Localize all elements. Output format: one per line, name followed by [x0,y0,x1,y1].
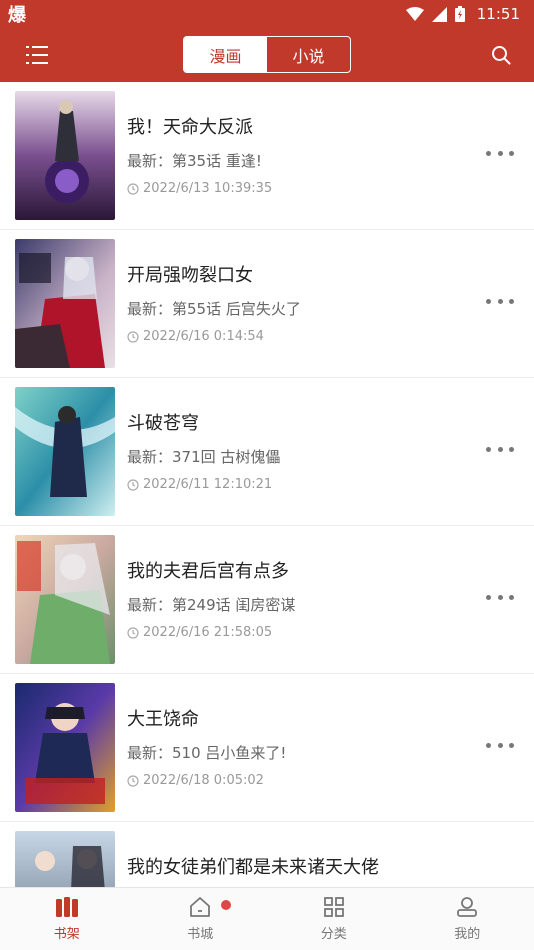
comic-title: 大王饶命 [127,709,199,730]
update-time: 2022/6/18 0:05:02 [127,773,264,788]
more-options-button[interactable] [486,144,514,162]
comic-cover-image[interactable] [15,387,115,516]
bottom-navigation: 书架 书城 分类 我的 [0,887,534,950]
bookshelf-list: 我！天命大反派 最新：第35话 重逢! 2022/6/13 10:39:35 开… [0,82,534,887]
comic-cover-image[interactable] [15,831,115,887]
status-time: 11:51 [476,5,520,23]
menu-button[interactable] [22,43,52,67]
update-time-text: 2022/6/13 10:39:35 [143,181,273,196]
app-notification-icon: 爆 [8,5,26,26]
comic-title: 我的女徒弟们都是未来诸天大佬 [127,857,379,878]
update-time-text: 2022/6/16 21:58:05 [143,625,273,640]
update-time: 2022/6/13 10:39:35 [127,181,272,196]
bookshelf-icon [55,897,78,917]
notification-badge [220,900,231,910]
nav-profile[interactable]: 我的 [401,888,534,950]
search-icon [492,46,511,65]
grid-icon [323,897,344,917]
home-icon [190,897,211,917]
search-button[interactable] [486,41,516,69]
comic-title: 开局强吻裂口女 [127,265,253,286]
signal-icon [431,6,447,22]
battery-icon [454,6,465,22]
list-item[interactable]: 我的夫君后宫有点多 最新：第249话 闺房密谋 2022/6/16 21:58:… [0,526,534,674]
more-options-button[interactable] [486,736,514,754]
clock-icon [127,774,139,787]
update-time-text: 2022/6/18 0:05:02 [143,773,264,788]
comic-cover-image[interactable] [15,683,115,812]
more-options-button[interactable] [486,440,514,458]
user-icon [457,897,478,917]
update-time-text: 2022/6/11 12:10:21 [143,477,273,492]
status-bar: 爆 11:51 [0,0,534,28]
update-time: 2022/6/16 0:14:54 [127,329,264,344]
more-options-button[interactable] [486,292,514,310]
update-time: 2022/6/16 21:58:05 [127,625,272,640]
clock-icon [127,330,139,343]
clock-icon [127,626,139,639]
nav-category-label: 分类 [320,927,347,942]
nav-bookshelf-label: 书架 [53,927,80,942]
menu-icon [26,46,48,64]
latest-chapter: 最新：第55话 后宫失火了 [127,300,301,318]
list-item[interactable]: 大王饶命 最新：510 吕小鱼来了! 2022/6/18 0:05:02 [0,674,534,822]
latest-chapter: 最新：510 吕小鱼来了! [127,744,287,762]
comic-cover-image[interactable] [15,91,115,220]
more-options-button[interactable] [486,588,514,606]
nav-category[interactable]: 分类 [267,888,401,950]
wifi-icon [405,7,424,21]
tab-novel[interactable]: 小说 [267,37,350,72]
latest-chapter: 最新：第249话 闺房密谋 [127,596,296,614]
nav-bookshelf[interactable]: 书架 [0,888,134,950]
comic-title: 我的夫君后宫有点多 [127,561,289,582]
comic-title: 我！天命大反派 [127,117,253,138]
comic-cover-image[interactable] [15,535,115,664]
comic-title: 斗破苍穹 [127,413,199,434]
latest-chapter: 最新：371回 古树傀儡 [127,448,281,466]
list-item[interactable]: 斗破苍穹 最新：371回 古树傀儡 2022/6/11 12:10:21 [0,378,534,526]
content-type-toggle: 漫画 小说 [183,36,351,73]
tab-manga[interactable]: 漫画 [184,37,267,72]
list-item[interactable]: 开局强吻裂口女 最新：第55话 后宫失火了 2022/6/16 0:14:54 [0,230,534,378]
nav-bookstore[interactable]: 书城 [134,888,268,950]
update-time-text: 2022/6/16 0:14:54 [143,329,264,344]
clock-icon [127,478,139,491]
nav-bookstore-label: 书城 [187,927,214,942]
comic-cover-image[interactable] [15,239,115,368]
list-item[interactable]: 我！天命大反派 最新：第35话 重逢! 2022/6/13 10:39:35 [0,82,534,230]
latest-chapter: 最新：第35话 重逢! [127,152,262,170]
clock-icon [127,182,139,195]
list-item[interactable]: 我的女徒弟们都是未来诸天大佬 [0,822,534,887]
nav-profile-label: 我的 [454,927,481,942]
app-bar: 漫画 小说 [0,28,534,82]
update-time: 2022/6/11 12:10:21 [127,477,272,492]
status-indicators: 11:51 [405,5,520,23]
